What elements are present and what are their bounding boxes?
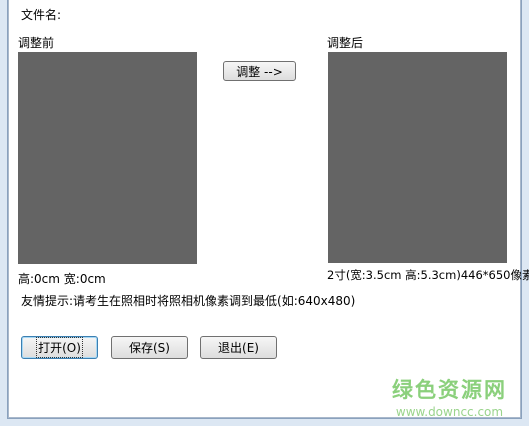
after-dimensions: 2寸(宽:3.5cm 高:5.3cm)446*650像素	[327, 268, 529, 282]
before-preview	[18, 52, 197, 264]
adjust-button[interactable]: 调整 -->	[223, 61, 296, 81]
save-button[interactable]: 保存(S)	[111, 336, 188, 359]
open-button-label: 打开(O)	[36, 337, 83, 358]
save-button-label: 保存(S)	[129, 341, 170, 355]
after-preview	[328, 52, 507, 263]
site-watermark: 绿色资源网 www.downcc.com	[392, 374, 507, 419]
watermark-main: 绿色资源网	[392, 378, 507, 402]
after-title: 调整后	[327, 36, 364, 50]
open-button[interactable]: 打开(O)	[21, 336, 98, 359]
exit-button[interactable]: 退出(E)	[200, 336, 277, 359]
before-title: 调整前	[18, 36, 55, 50]
tip-text: 友情提示:请考生在照相时将照相机像素调到最低(如:640x480)	[21, 294, 356, 308]
exit-button-label: 退出(E)	[218, 341, 259, 355]
adjust-button-label: 调整 -->	[236, 64, 283, 79]
filename-label: 文件名:	[21, 8, 62, 22]
watermark-url: www.downcc.com	[395, 405, 504, 419]
before-dimensions: 高:0cm 宽:0cm	[18, 272, 106, 286]
